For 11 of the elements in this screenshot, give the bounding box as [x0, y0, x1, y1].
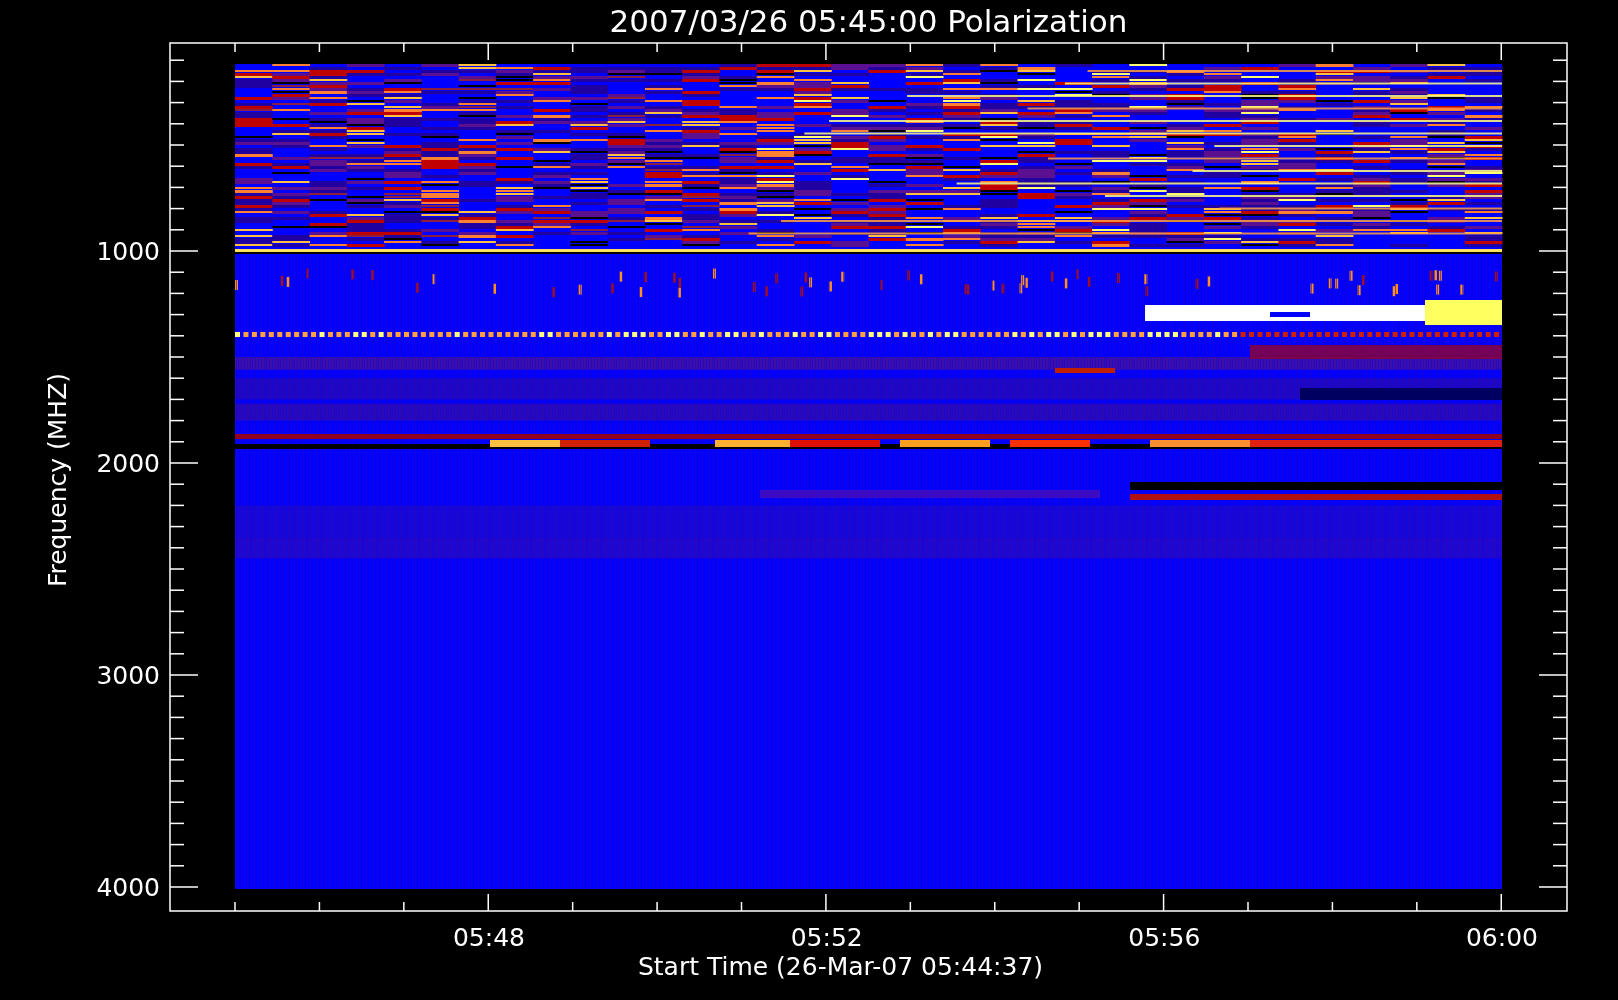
axis-title: Frequency (MHZ)	[43, 372, 72, 588]
tick-label: 3000	[96, 661, 160, 690]
plot-title: 2007/03/26 05:45:00 Polarization	[609, 3, 1128, 39]
tick-label: 2000	[96, 449, 160, 478]
tick-label: 05:52	[790, 923, 863, 952]
tick-label: 05:56	[1128, 923, 1201, 952]
tick-label: 4000	[96, 873, 160, 902]
axis-title: Start Time (26-Mar-07 05:44:37)	[637, 952, 1044, 981]
tick-label: 05:48	[453, 923, 525, 952]
tick-label: 1000	[96, 237, 160, 266]
tick-label: 06:00	[1466, 923, 1538, 952]
